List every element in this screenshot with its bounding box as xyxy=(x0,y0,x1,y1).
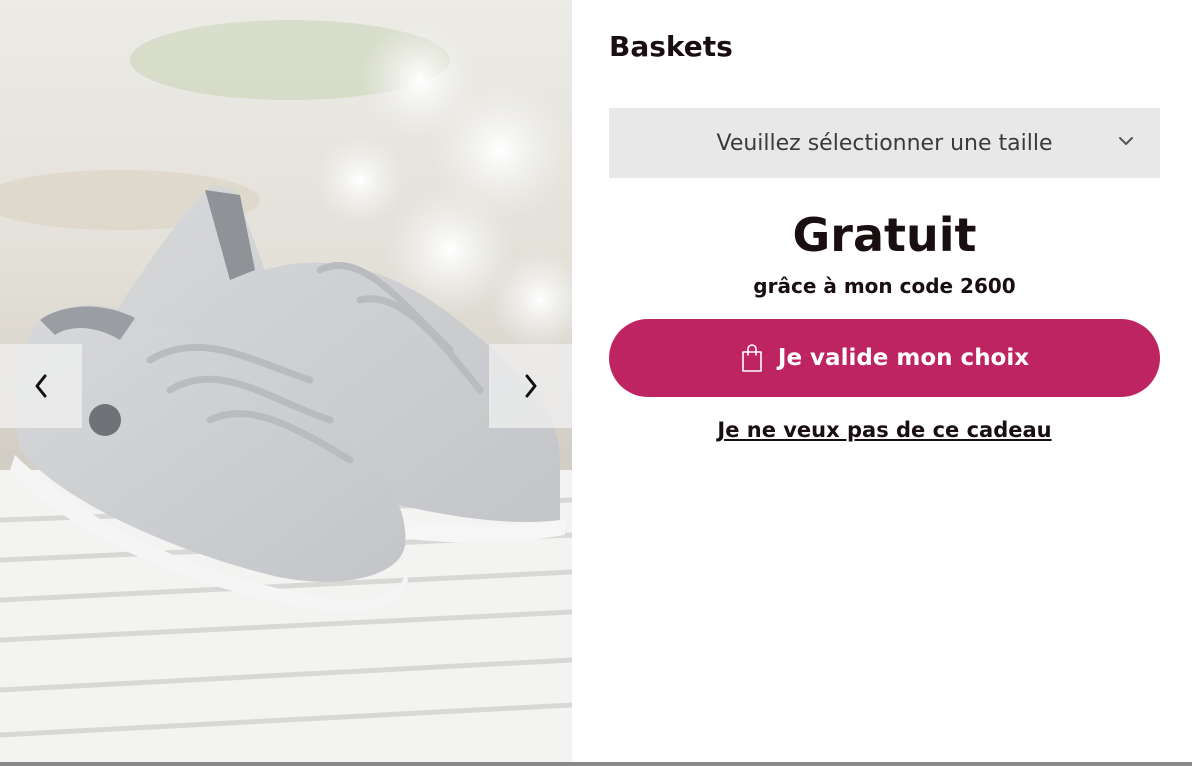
promo-code-note: grâce à mon code 2600 xyxy=(753,274,1016,298)
validate-choice-label: Je valide mon choix xyxy=(777,345,1030,371)
bottom-divider xyxy=(0,762,1192,766)
product-panel: Baskets Veuillez sélectionner une taille… xyxy=(572,0,1192,762)
product-image-carousel xyxy=(0,0,572,762)
shopping-bag-icon xyxy=(742,344,762,372)
size-select-placeholder: Veuillez sélectionner une taille xyxy=(716,130,1053,156)
decline-gift-link[interactable]: Je ne veux pas de ce cadeau xyxy=(609,418,1160,442)
size-select[interactable]: Veuillez sélectionner une taille xyxy=(609,108,1160,178)
chevron-left-icon xyxy=(35,374,47,398)
validate-choice-button[interactable]: Je valide mon choix xyxy=(609,319,1160,397)
chevron-right-icon xyxy=(525,374,536,398)
chevron-down-icon xyxy=(1119,137,1133,145)
product-image xyxy=(0,0,572,762)
price-label: Gratuit xyxy=(792,208,977,262)
product-title: Baskets xyxy=(609,30,733,63)
carousel-prev-button[interactable] xyxy=(0,344,82,428)
carousel-next-button[interactable] xyxy=(489,344,572,428)
